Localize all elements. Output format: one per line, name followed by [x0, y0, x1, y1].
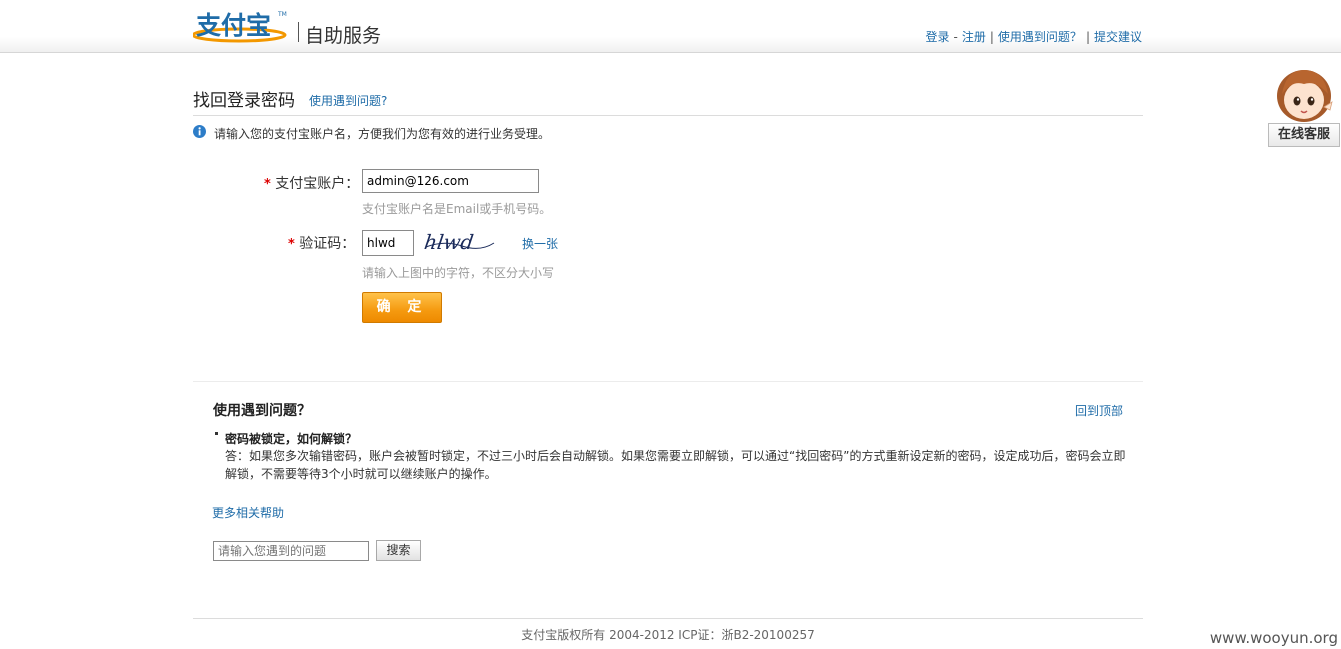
online-service-button[interactable]: 在线客服	[1268, 123, 1340, 147]
footer-copyright: 支付宝版权所有 2004-2012 ICP证：浙B2-20100257	[521, 628, 815, 642]
info-icon	[193, 125, 206, 138]
help-divider	[193, 381, 1143, 382]
svg-text:TM: TM	[277, 11, 287, 18]
captcha-label-row: * 验证码：	[288, 233, 355, 253]
faq-answer: 答：如果您多次输错密码，账户会被暂时锁定，不过三小时后会自动解锁。如果您需要立即…	[225, 449, 1126, 481]
alipay-logo[interactable]: 支付宝 TM	[193, 9, 289, 43]
footer-divider	[193, 618, 1143, 619]
register-link[interactable]: 注册	[962, 30, 986, 44]
header-title: 自助服务	[305, 25, 382, 47]
required-mark: *	[288, 237, 295, 252]
captcha-label: 验证码：	[299, 236, 356, 252]
title-help-link[interactable]: 使用遇到问题?	[309, 92, 387, 109]
problem-link[interactable]: 使用遇到问题？	[998, 30, 1082, 44]
help-title: 使用遇到问题？	[213, 403, 311, 419]
more-help-link[interactable]: 更多相关帮助	[212, 504, 284, 521]
link-separator: -	[953, 30, 958, 44]
feedback-link[interactable]: 提交建议	[1094, 30, 1142, 44]
account-hint: 支付宝账户名是Email或手机号码。	[362, 202, 552, 216]
link-separator: |	[1085, 30, 1090, 44]
title-divider	[193, 115, 1143, 116]
captcha-input[interactable]	[362, 230, 414, 256]
header-links: 登录 - 注册 | 使用遇到问题？ | 提交建议	[926, 28, 1143, 45]
link-separator: |	[989, 30, 994, 44]
submit-button[interactable]: 确 定	[362, 292, 442, 323]
back-to-top-link[interactable]: 回到顶部	[1075, 402, 1123, 419]
captcha-refresh-link[interactable]: 换一张	[522, 235, 558, 252]
svg-text:支付宝: 支付宝	[196, 11, 271, 40]
captcha-hint: 请输入上图中的字符，不区分大小写	[362, 266, 555, 280]
login-link[interactable]: 登录	[926, 30, 950, 44]
help-search-input[interactable]	[213, 541, 369, 561]
captcha-image[interactable]: hlwd	[424, 230, 496, 254]
faq-question: 密码被锁定，如何解锁？	[225, 432, 358, 446]
online-service-widget[interactable]: 在线客服	[1268, 62, 1340, 147]
account-label-row: * 支付宝账户：	[264, 173, 359, 193]
account-input[interactable]	[362, 169, 539, 193]
info-message: 请输入您的支付宝账户名，方便我们为您有效的进行业务受理。	[214, 127, 551, 141]
page-title: 找回登录密码	[193, 91, 295, 111]
help-search-button[interactable]: 搜索	[376, 540, 421, 561]
required-mark: *	[264, 177, 271, 192]
question-bullet-icon	[215, 432, 218, 435]
header: 支付宝 TM 自助服务 登录 - 注册 | 使用遇到问题？ | 提交建议	[0, 0, 1341, 53]
watermark: www.wooyun.org	[1209, 629, 1338, 647]
account-label: 支付宝账户：	[275, 176, 360, 192]
logo-divider	[298, 22, 299, 42]
service-avatar-icon	[1277, 70, 1333, 122]
svg-text:hlwd: hlwd	[424, 230, 475, 254]
